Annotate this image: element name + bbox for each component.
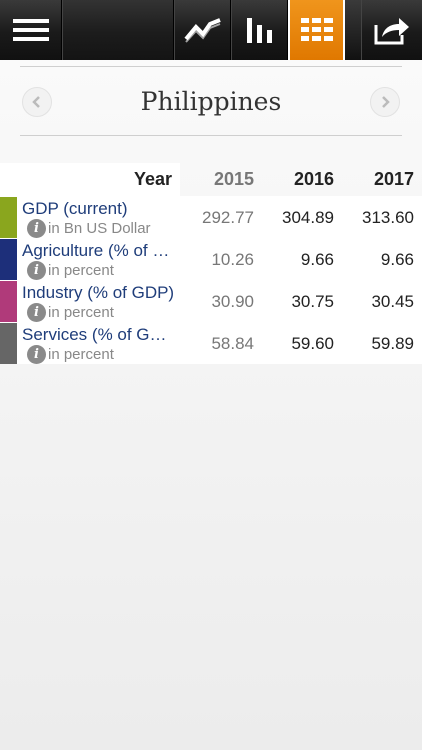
table-cell: 9.66 [300, 249, 334, 269]
row-values: 292.77 304.89 313.60 [180, 197, 422, 238]
row-values: 58.84 59.60 59.89 [180, 323, 422, 364]
data-table: Year 2015 2016 2017 GDP (current) i in B… [0, 163, 422, 364]
table-cell: 304.89 [282, 207, 334, 227]
indicator-color-bar [0, 239, 17, 280]
line-chart-button[interactable] [174, 0, 231, 60]
country-title-bar: Philippines [20, 66, 402, 136]
table-cell: 10.26 [211, 249, 254, 269]
unit-text: in Bn US Dollar [48, 220, 151, 237]
table-cell: 30.90 [211, 291, 254, 311]
table-cell: 292.77 [202, 207, 254, 227]
menu-icon [12, 19, 49, 41]
year-column-header[interactable]: 2017 [342, 163, 422, 196]
table-header-row: Year 2015 2016 2017 [0, 163, 422, 196]
indicator-name: Industry (% of GDP) [22, 283, 175, 302]
info-icon[interactable]: i [27, 345, 46, 364]
menu-button[interactable] [0, 0, 62, 60]
table-row[interactable]: GDP (current) i in Bn US Dollar 292.77 3… [0, 196, 422, 238]
unit-text: in percent [48, 346, 114, 363]
indicator-label[interactable]: Agriculture (% of GDP) i in percent [0, 239, 180, 280]
table-cell: 59.89 [371, 333, 414, 353]
year-column-header[interactable]: 2015 [180, 163, 262, 196]
indicator-unit[interactable]: i in Bn US Dollar [27, 219, 151, 238]
chevron-right-icon [382, 96, 390, 108]
table-row[interactable]: Industry (% of GDP) i in percent 30.90 3… [0, 280, 422, 322]
line-chart-icon [183, 18, 221, 43]
indicator-unit[interactable]: i in percent [27, 345, 114, 364]
indicator-name: Agriculture (% of GDP) [22, 241, 178, 260]
table-row[interactable]: Agriculture (% of GDP) i in percent 10.2… [0, 238, 422, 280]
bar-chart-icon [246, 18, 272, 43]
row-values: 30.90 30.75 30.45 [180, 281, 422, 322]
top-toolbar [0, 0, 422, 60]
bar-chart-button[interactable] [231, 0, 288, 60]
indicator-color-bar [0, 197, 17, 238]
year-header: Year [0, 163, 180, 196]
table-cell: 313.60 [362, 207, 414, 227]
indicator-color-bar [0, 281, 17, 322]
unit-text: in percent [48, 262, 114, 279]
indicator-name: Services (% of GDP) [22, 325, 178, 344]
indicator-name: GDP (current) [22, 199, 128, 218]
row-values: 10.26 9.66 9.66 [180, 239, 422, 280]
table-cell: 30.75 [291, 291, 334, 311]
table-icon [300, 18, 333, 41]
indicator-label[interactable]: Services (% of GDP) i in percent [0, 323, 180, 364]
indicator-unit[interactable]: i in percent [27, 261, 114, 280]
table-view-button[interactable] [288, 0, 345, 60]
indicator-label[interactable]: Industry (% of GDP) i in percent [0, 281, 180, 322]
info-icon[interactable]: i [27, 303, 46, 322]
toolbar-gap [345, 0, 361, 60]
table-cell: 58.84 [211, 333, 254, 353]
table-cell: 30.45 [371, 291, 414, 311]
indicator-label[interactable]: GDP (current) i in Bn US Dollar [0, 197, 180, 238]
unit-text: in percent [48, 304, 114, 321]
table-cell: 59.60 [291, 333, 334, 353]
year-header-values: 2015 2016 2017 [180, 163, 422, 196]
indicator-unit[interactable]: i in percent [27, 303, 114, 322]
share-button[interactable] [361, 0, 422, 60]
info-icon[interactable]: i [27, 219, 46, 238]
share-icon [374, 18, 409, 45]
year-column-header[interactable]: 2016 [262, 163, 342, 196]
table-cell: 9.66 [380, 249, 414, 269]
info-icon[interactable]: i [27, 261, 46, 280]
next-country-button[interactable] [370, 87, 400, 117]
indicator-color-bar [0, 323, 17, 364]
toolbar-spacer [62, 0, 174, 60]
table-row[interactable]: Services (% of GDP) i in percent 58.84 5… [0, 322, 422, 364]
country-title: Philippines [140, 87, 282, 116]
